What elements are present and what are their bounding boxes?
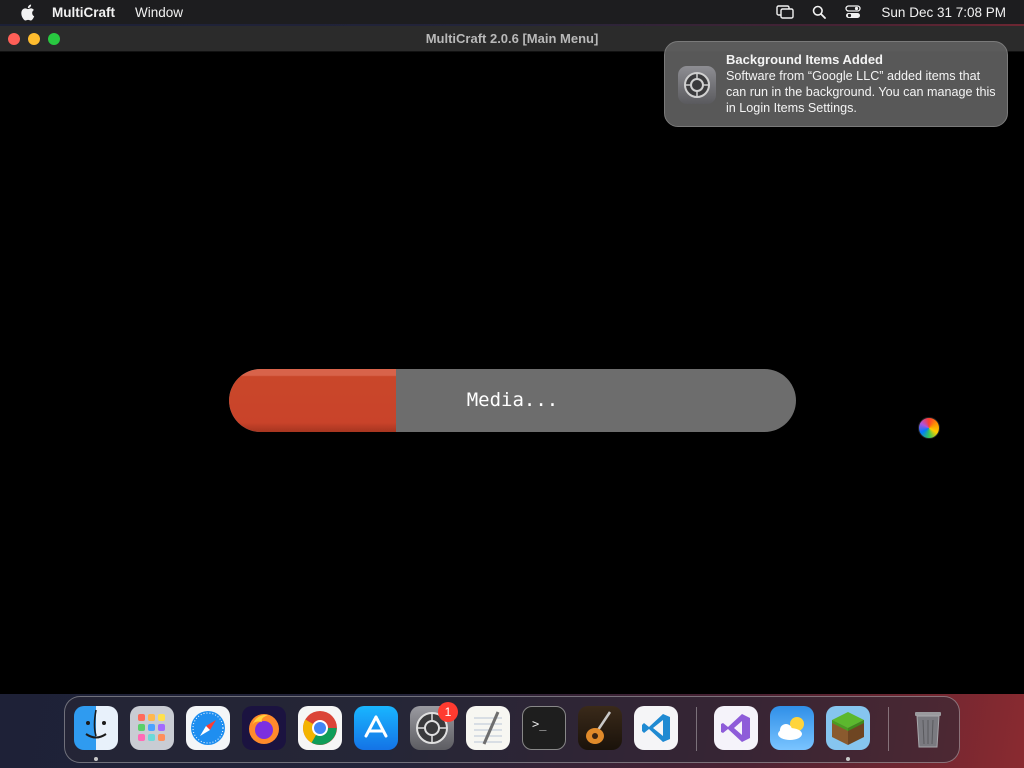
notification-title: Background Items Added [726,52,883,67]
screen-mirroring-icon[interactable] [775,4,795,20]
notification-body: Software from “Google LLC” added items t… [726,69,996,115]
visual-studio-icon[interactable] [714,706,758,750]
garageband-icon[interactable] [578,706,622,750]
control-center-icon[interactable] [843,4,863,20]
app-store-icon[interactable] [354,706,398,750]
launchpad-icon[interactable] [130,706,174,750]
weather-icon[interactable] [770,706,814,750]
menu-bar: MultiCraft Window Sun Dec 31 7:08 PM [0,0,1024,24]
spotlight-search-icon[interactable] [809,4,829,20]
multicraft-icon[interactable] [826,706,870,750]
multicraft-running-indicator [846,757,850,761]
svg-text:>_: >_ [532,717,547,731]
dock: >_ [64,696,960,763]
chrome-icon[interactable] [298,706,342,750]
game-canvas[interactable]: Media... [0,53,1024,694]
finder-icon[interactable] [74,706,118,750]
loading-progress-bar: Media... [229,369,796,432]
terminal-icon[interactable]: >_ [522,706,566,750]
menu-bar-clock[interactable]: Sun Dec 31 7:08 PM [881,5,1006,20]
safari-icon[interactable] [186,706,230,750]
desktop: MultiCraft Window Sun Dec 31 7:08 PM Mul… [0,0,1024,768]
system-settings-badge: 1 [438,702,458,722]
firefox-icon[interactable] [242,706,286,750]
trash-icon[interactable] [906,706,950,750]
spinning-wait-cursor-icon [918,417,940,439]
menu-app-name[interactable]: MultiCraft [52,5,115,20]
finder-running-indicator [94,757,98,761]
apple-menu-icon[interactable] [18,3,36,21]
dock-separator [696,707,697,751]
system-settings-gear-icon [678,66,716,104]
menu-window[interactable]: Window [135,5,183,20]
dock-separator [888,707,889,751]
loading-label: Media... [466,389,559,411]
background-items-notification[interactable]: Background Items Added Software from “Go… [664,41,1008,127]
vscode-icon[interactable] [634,706,678,750]
textedit-icon[interactable] [466,706,510,750]
